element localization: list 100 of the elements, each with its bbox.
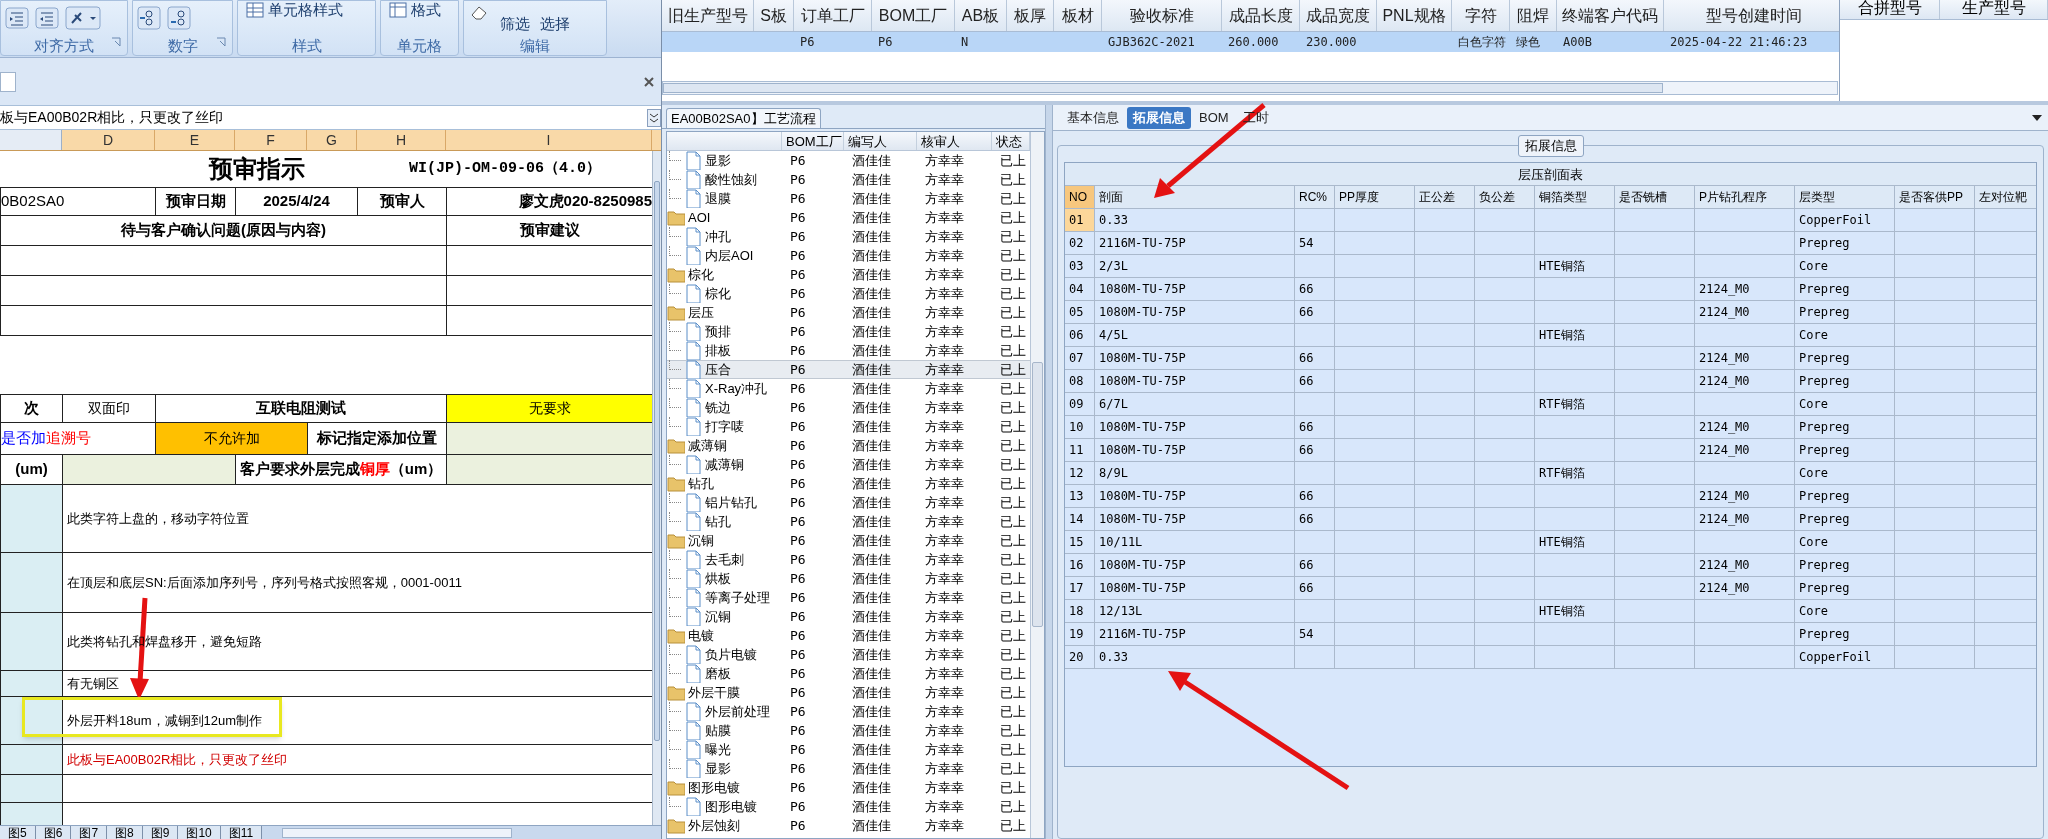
panel-tab[interactable]: EA00B02SA0】工艺流程 (666, 107, 821, 128)
column-header[interactable]: P片钻孔程序 (1695, 186, 1795, 208)
column-header[interactable]: 编写人 (844, 132, 917, 150)
tree-row[interactable]: 钻孔 P6 酒佳佳 方幸幸 已上 (667, 474, 1030, 493)
tree-row[interactable]: 沉铜 P6 酒佳佳 方幸幸 已上 (667, 607, 1030, 626)
column-header[interactable]: 成品长度 (1222, 0, 1300, 31)
tree-row[interactable]: 曝光 P6 酒佳佳 方幸幸 已上 (667, 740, 1030, 759)
sheet-tab[interactable]: 图5 (0, 826, 36, 839)
sheet-tab[interactable]: 图8 (107, 826, 143, 839)
column-header[interactable]: 左对位靶 (1975, 186, 2036, 208)
column-header[interactable]: 订单工厂 (794, 0, 872, 31)
scrollbar[interactable] (652, 151, 661, 825)
column-header[interactable] (0, 130, 62, 150)
table-cell-text: 已上 (999, 246, 1027, 265)
name-box[interactable] (0, 71, 16, 92)
column-header[interactable]: F (235, 130, 307, 150)
tree-row[interactable]: 打字唛 P6 酒佳佳 方幸幸 已上 (667, 417, 1030, 436)
sheet-tab[interactable]: 图7 (71, 826, 108, 839)
tree-row[interactable]: 退膜 P6 酒佳佳 方幸幸 已上 (667, 189, 1030, 208)
tree-row[interactable]: 烘板 P6 酒佳佳 方幸幸 已上 (667, 569, 1030, 588)
tree-row[interactable]: 显影 P6 酒佳佳 方幸幸 已上 (667, 759, 1030, 778)
tree-row[interactable]: 钻孔 P6 酒佳佳 方幸幸 已上 (667, 512, 1030, 531)
column-header[interactable]: 负公差 (1475, 186, 1535, 208)
folder-icon (667, 266, 685, 283)
tree-row[interactable]: 内层AOI P6 酒佳佳 方幸幸 已上 (667, 246, 1030, 265)
tree-row[interactable]: 电镀 P6 酒佳佳 方幸幸 已上 (667, 626, 1030, 645)
cell-styles-button[interactable]: 单元格样式 (242, 0, 347, 22)
tree-row[interactable]: 外层干膜 P6 酒佳佳 方幸幸 已上 (667, 683, 1030, 702)
column-header[interactable]: BOM工厂 (782, 132, 844, 150)
tree-row[interactable]: 层压 P6 酒佳佳 方幸幸 已上 (667, 303, 1030, 322)
tree-row[interactable]: 外层蚀刻 P6 酒佳佳 方幸幸 已上 (667, 816, 1030, 835)
column-header[interactable]: 正公差 (1415, 186, 1475, 208)
tree-row[interactable]: 减薄铜 P6 酒佳佳 方幸幸 已上 (667, 436, 1030, 455)
tab[interactable]: 拓展信息 (1127, 106, 1191, 129)
scrollbar[interactable] (282, 827, 513, 838)
tree-row[interactable]: 棕化 P6 酒佳佳 方幸幸 已上 (667, 284, 1030, 303)
column-header[interactable]: AB板 (955, 0, 1007, 31)
column-header[interactable]: PNL规格 (1377, 0, 1452, 31)
tree-row[interactable]: 预排 P6 酒佳佳 方幸幸 已上 (667, 322, 1030, 341)
column-header[interactable]: E (155, 130, 235, 150)
tree-row[interactable]: 棕化 P6 酒佳佳 方幸幸 已上 (667, 265, 1030, 284)
tree-row[interactable]: 等离子处理 P6 酒佳佳 方幸幸 已上 (667, 588, 1030, 607)
column-header[interactable]: RC% (1295, 186, 1335, 208)
tree-row[interactable]: 排板 P6 酒佳佳 方幸幸 已上 (667, 341, 1030, 360)
column-header[interactable]: I (446, 130, 652, 150)
sheet-tab[interactable]: 图10 (178, 826, 221, 839)
column-header[interactable]: G (307, 130, 357, 150)
column-header[interactable]: NO (1065, 186, 1095, 208)
column-header[interactable]: 合拼型号 (1840, 0, 1940, 19)
column-header[interactable]: 旧生产型号 (662, 0, 754, 31)
column-header[interactable]: 是否客供PP (1895, 186, 1975, 208)
sheet-tab[interactable]: 图11 (220, 826, 263, 839)
tree-row[interactable]: 冲孔 P6 酒佳佳 方幸幸 已上 (667, 227, 1030, 246)
sheet-tab[interactable]: 图6 (35, 826, 72, 839)
formula-bar[interactable]: 板与EA00B02R相比，只更改了丝印 (0, 107, 647, 128)
column-header[interactable]: 层类型 (1795, 186, 1895, 208)
column-header[interactable]: PP厚度 (1335, 186, 1415, 208)
tree-row[interactable]: 显影 P6 酒佳佳 方幸幸 已上 (667, 151, 1030, 170)
scrollbar[interactable] (1030, 132, 1044, 838)
select-button[interactable]: 选择 (540, 12, 570, 35)
tree-row[interactable]: 压合 P6 酒佳佳 方幸幸 已上 (667, 360, 1030, 379)
splitter-handle[interactable] (1045, 105, 1053, 839)
column-header[interactable]: 板材 (1054, 0, 1102, 31)
tree-row[interactable]: 去毛刺 P6 酒佳佳 方幸幸 已上 (667, 550, 1030, 569)
column-header[interactable]: 是否铣槽 (1615, 186, 1695, 208)
column-header[interactable]: 验收标准 (1102, 0, 1222, 31)
sheet-tab[interactable]: 图9 (142, 826, 179, 839)
tree-row[interactable]: 沉铜 P6 酒佳佳 方幸幸 已上 (667, 531, 1030, 550)
tree-row[interactable]: 减薄铜 P6 酒佳佳 方幸幸 已上 (667, 455, 1030, 474)
tab[interactable]: BOM (1193, 106, 1235, 129)
scrollbar[interactable] (662, 81, 1838, 95)
tree-row[interactable]: AOI P6 酒佳佳 方幸幸 已上 (667, 208, 1030, 227)
filter-button[interactable]: 筛选 (500, 12, 530, 35)
column-header[interactable]: 核审人 (917, 132, 992, 150)
tree-row[interactable]: 酸性蚀刻 P6 酒佳佳 方幸幸 已上 (667, 170, 1030, 189)
column-header[interactable]: 字符 (1452, 0, 1510, 31)
column-header[interactable]: 铜箔类型 (1535, 186, 1615, 208)
column-header[interactable]: 阻焊 (1510, 0, 1557, 31)
column-header[interactable]: S板 (754, 0, 794, 31)
column-header[interactable]: 成品宽度 (1300, 0, 1377, 31)
dialog-launcher-icon[interactable] (111, 37, 121, 47)
tree-row[interactable]: 铝片钻孔 P6 酒佳佳 方幸幸 已上 (667, 493, 1030, 512)
tree-row[interactable]: 负片电镀 P6 酒佳佳 方幸幸 已上 (667, 645, 1030, 664)
table-row[interactable]: P6 P6 N GJB362C-2021 260.000 230.000 白色字符 绿色 A00B 2025-04-22 21:46:23 (662, 32, 1839, 52)
dialog-launcher-icon[interactable] (216, 37, 226, 47)
format-button[interactable]: 格式 (385, 0, 445, 22)
tree-row[interactable]: X-Ray冲孔 P6 酒佳佳 方幸幸 已上 (667, 379, 1030, 398)
column-header[interactable]: 板厚 (1007, 0, 1054, 31)
tree-row[interactable]: 图形电镀 P6 酒佳佳 方幸幸 已上 (667, 797, 1030, 816)
tree-row[interactable]: 贴膜 P6 酒佳佳 方幸幸 已上 (667, 721, 1030, 740)
column-header[interactable]: BOM工厂 (872, 0, 955, 31)
tree-row[interactable]: 外层前处理 P6 酒佳佳 方幸幸 已上 (667, 702, 1030, 721)
tree-row[interactable]: 图形电镀 P6 酒佳佳 方幸幸 已上 (667, 778, 1030, 797)
tree-row[interactable]: 磨板 P6 酒佳佳 方幸幸 已上 (667, 664, 1030, 683)
tab[interactable]: 基本信息 (1061, 106, 1125, 129)
tree-row[interactable]: 铣边 P6 酒佳佳 方幸幸 已上 (667, 398, 1030, 417)
column-header[interactable]: D (62, 130, 155, 150)
column-header[interactable]: 终端客户代码 (1557, 0, 1664, 31)
column-header[interactable]: H (357, 130, 446, 150)
column-header[interactable]: 生产型号 (1940, 0, 2048, 19)
